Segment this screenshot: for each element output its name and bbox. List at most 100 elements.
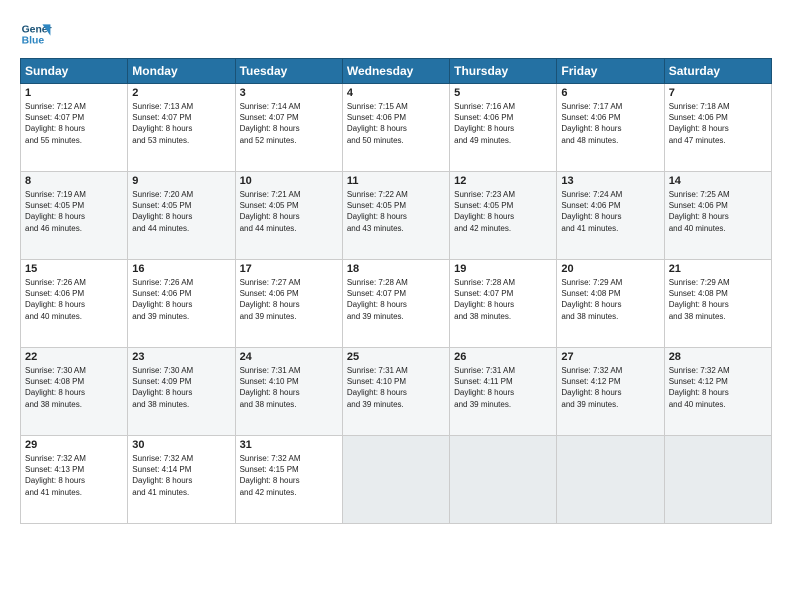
calendar-week-5: 29 Sunrise: 7:32 AM Sunset: 4:13 PM Dayli… — [21, 436, 772, 524]
day-number: 4 — [347, 87, 445, 99]
calendar-cell — [450, 436, 557, 524]
day-info: Sunrise: 7:22 AM Sunset: 4:05 PM Dayligh… — [347, 189, 445, 234]
calendar-cell: 7 Sunrise: 7:18 AM Sunset: 4:06 PM Daylig… — [664, 84, 771, 172]
day-info: Sunrise: 7:28 AM Sunset: 4:07 PM Dayligh… — [347, 277, 445, 322]
day-info: Sunrise: 7:29 AM Sunset: 4:08 PM Dayligh… — [561, 277, 659, 322]
day-info: Sunrise: 7:31 AM Sunset: 4:10 PM Dayligh… — [347, 365, 445, 410]
calendar-cell: 3 Sunrise: 7:14 AM Sunset: 4:07 PM Daylig… — [235, 84, 342, 172]
calendar-cell: 28 Sunrise: 7:32 AM Sunset: 4:12 PM Dayli… — [664, 348, 771, 436]
weekday-header-wednesday: Wednesday — [342, 59, 449, 84]
calendar-cell — [664, 436, 771, 524]
day-info: Sunrise: 7:27 AM Sunset: 4:06 PM Dayligh… — [240, 277, 338, 322]
calendar-cell: 9 Sunrise: 7:20 AM Sunset: 4:05 PM Daylig… — [128, 172, 235, 260]
day-number: 28 — [669, 351, 767, 363]
weekday-header-friday: Friday — [557, 59, 664, 84]
day-number: 31 — [240, 439, 338, 451]
weekday-header-row: SundayMondayTuesdayWednesdayThursdayFrid… — [21, 59, 772, 84]
weekday-header-saturday: Saturday — [664, 59, 771, 84]
day-info: Sunrise: 7:31 AM Sunset: 4:11 PM Dayligh… — [454, 365, 552, 410]
day-info: Sunrise: 7:32 AM Sunset: 4:14 PM Dayligh… — [132, 453, 230, 498]
day-number: 17 — [240, 263, 338, 275]
weekday-header-monday: Monday — [128, 59, 235, 84]
day-info: Sunrise: 7:15 AM Sunset: 4:06 PM Dayligh… — [347, 101, 445, 146]
day-number: 23 — [132, 351, 230, 363]
day-info: Sunrise: 7:14 AM Sunset: 4:07 PM Dayligh… — [240, 101, 338, 146]
day-info: Sunrise: 7:32 AM Sunset: 4:12 PM Dayligh… — [669, 365, 767, 410]
day-number: 16 — [132, 263, 230, 275]
logo-icon: General Blue — [20, 18, 52, 50]
day-number: 12 — [454, 175, 552, 187]
calendar-cell: 23 Sunrise: 7:30 AM Sunset: 4:09 PM Dayli… — [128, 348, 235, 436]
calendar-cell: 8 Sunrise: 7:19 AM Sunset: 4:05 PM Daylig… — [21, 172, 128, 260]
calendar-cell: 14Sunrise: 7:25 AM Sunset: 4:06 PM Dayli… — [664, 172, 771, 260]
day-number: 25 — [347, 351, 445, 363]
calendar-cell: 17 Sunrise: 7:27 AM Sunset: 4:06 PM Dayli… — [235, 260, 342, 348]
svg-text:Blue: Blue — [22, 36, 45, 47]
calendar-cell: 27Sunrise: 7:32 AM Sunset: 4:12 PM Dayli… — [557, 348, 664, 436]
day-number: 24 — [240, 351, 338, 363]
day-info: Sunrise: 7:32 AM Sunset: 4:13 PM Dayligh… — [25, 453, 123, 498]
day-number: 5 — [454, 87, 552, 99]
calendar-cell: 12 Sunrise: 7:23 AM Sunset: 4:05 PM Dayli… — [450, 172, 557, 260]
calendar-cell: 25 Sunrise: 7:31 AM Sunset: 4:10 PM Dayli… — [342, 348, 449, 436]
calendar-cell: 24 Sunrise: 7:31 AM Sunset: 4:10 PM Dayli… — [235, 348, 342, 436]
calendar-cell: 21 Sunrise: 7:29 AM Sunset: 4:08 PM Dayli… — [664, 260, 771, 348]
day-info: Sunrise: 7:20 AM Sunset: 4:05 PM Dayligh… — [132, 189, 230, 234]
day-number: 27 — [561, 351, 659, 363]
calendar-cell: 29 Sunrise: 7:32 AM Sunset: 4:13 PM Dayli… — [21, 436, 128, 524]
day-number: 29 — [25, 439, 123, 451]
day-info: Sunrise: 7:18 AM Sunset: 4:06 PM Dayligh… — [669, 101, 767, 146]
day-number: 11 — [347, 175, 445, 187]
day-number: 30 — [132, 439, 230, 451]
page-container: General Blue SundayMondayTuesdayWednesda… — [0, 0, 792, 612]
calendar-cell: 22Sunrise: 7:30 AM Sunset: 4:08 PM Dayli… — [21, 348, 128, 436]
day-info: Sunrise: 7:17 AM Sunset: 4:06 PM Dayligh… — [561, 101, 659, 146]
day-info: Sunrise: 7:13 AM Sunset: 4:07 PM Dayligh… — [132, 101, 230, 146]
calendar-cell: 10 Sunrise: 7:21 AM Sunset: 4:05 PM Dayli… — [235, 172, 342, 260]
day-info: Sunrise: 7:26 AM Sunset: 4:06 PM Dayligh… — [25, 277, 123, 322]
day-info: Sunrise: 7:30 AM Sunset: 4:09 PM Dayligh… — [132, 365, 230, 410]
calendar-cell: 18 Sunrise: 7:28 AM Sunset: 4:07 PM Dayli… — [342, 260, 449, 348]
calendar-cell: 6Sunrise: 7:17 AM Sunset: 4:06 PM Daylig… — [557, 84, 664, 172]
header: General Blue — [20, 18, 772, 50]
day-number: 13 — [561, 175, 659, 187]
day-info: Sunrise: 7:26 AM Sunset: 4:06 PM Dayligh… — [132, 277, 230, 322]
day-number: 8 — [25, 175, 123, 187]
calendar-cell: 26 Sunrise: 7:31 AM Sunset: 4:11 PM Dayli… — [450, 348, 557, 436]
day-info: Sunrise: 7:19 AM Sunset: 4:05 PM Dayligh… — [25, 189, 123, 234]
calendar-cell: 11 Sunrise: 7:22 AM Sunset: 4:05 PM Dayli… — [342, 172, 449, 260]
calendar-week-1: 1Sunrise: 7:12 AM Sunset: 4:07 PM Daylig… — [21, 84, 772, 172]
calendar-cell: 1Sunrise: 7:12 AM Sunset: 4:07 PM Daylig… — [21, 84, 128, 172]
day-number: 22 — [25, 351, 123, 363]
calendar-cell: 19 Sunrise: 7:28 AM Sunset: 4:07 PM Dayli… — [450, 260, 557, 348]
calendar-week-4: 22Sunrise: 7:30 AM Sunset: 4:08 PM Dayli… — [21, 348, 772, 436]
calendar-cell: 2 Sunrise: 7:13 AM Sunset: 4:07 PM Daylig… — [128, 84, 235, 172]
day-info: Sunrise: 7:29 AM Sunset: 4:08 PM Dayligh… — [669, 277, 767, 322]
day-number: 2 — [132, 87, 230, 99]
day-info: Sunrise: 7:23 AM Sunset: 4:05 PM Dayligh… — [454, 189, 552, 234]
day-number: 7 — [669, 87, 767, 99]
day-number: 26 — [454, 351, 552, 363]
day-info: Sunrise: 7:21 AM Sunset: 4:05 PM Dayligh… — [240, 189, 338, 234]
day-info: Sunrise: 7:32 AM Sunset: 4:15 PM Dayligh… — [240, 453, 338, 498]
day-number: 10 — [240, 175, 338, 187]
day-info: Sunrise: 7:25 AM Sunset: 4:06 PM Dayligh… — [669, 189, 767, 234]
calendar-week-2: 8 Sunrise: 7:19 AM Sunset: 4:05 PM Daylig… — [21, 172, 772, 260]
weekday-header-tuesday: Tuesday — [235, 59, 342, 84]
day-number: 9 — [132, 175, 230, 187]
calendar-cell: 5 Sunrise: 7:16 AM Sunset: 4:06 PM Daylig… — [450, 84, 557, 172]
calendar-cell: 4 Sunrise: 7:15 AM Sunset: 4:06 PM Daylig… — [342, 84, 449, 172]
day-number: 18 — [347, 263, 445, 275]
day-number: 19 — [454, 263, 552, 275]
calendar-cell: 13Sunrise: 7:24 AM Sunset: 4:06 PM Dayli… — [557, 172, 664, 260]
day-number: 21 — [669, 263, 767, 275]
calendar-table: SundayMondayTuesdayWednesdayThursdayFrid… — [20, 58, 772, 524]
calendar-cell: 16 Sunrise: 7:26 AM Sunset: 4:06 PM Dayli… — [128, 260, 235, 348]
day-info: Sunrise: 7:31 AM Sunset: 4:10 PM Dayligh… — [240, 365, 338, 410]
day-info: Sunrise: 7:16 AM Sunset: 4:06 PM Dayligh… — [454, 101, 552, 146]
day-info: Sunrise: 7:28 AM Sunset: 4:07 PM Dayligh… — [454, 277, 552, 322]
day-number: 3 — [240, 87, 338, 99]
day-number: 15 — [25, 263, 123, 275]
calendar-cell: 31 Sunrise: 7:32 AM Sunset: 4:15 PM Dayli… — [235, 436, 342, 524]
calendar-cell: 20Sunrise: 7:29 AM Sunset: 4:08 PM Dayli… — [557, 260, 664, 348]
